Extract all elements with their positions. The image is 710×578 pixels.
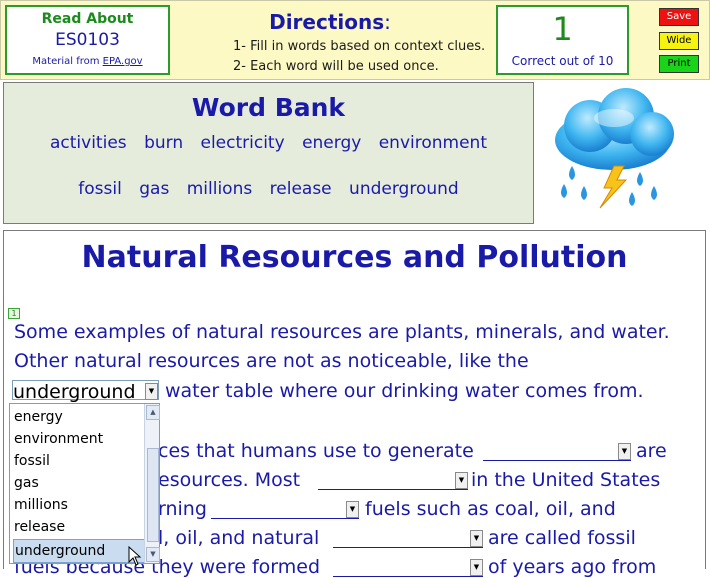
material-source: Material from EPA.gov (7, 56, 168, 67)
dropdown-scrollbar[interactable]: ▲ ▼ (144, 404, 160, 563)
directions-colon: : (384, 10, 391, 34)
passage-line-1: Some examples of natural resources are p… (14, 321, 670, 343)
score-value: 1 (552, 10, 573, 48)
score-box: 1 Correct out of 10 (496, 5, 629, 75)
read-about-label: Read About (41, 11, 134, 27)
blank-3-dropdown[interactable]: ▼ (318, 470, 468, 490)
wide-button[interactable]: Wide (659, 32, 699, 50)
blank-2-dropdown[interactable]: ▼ (483, 441, 631, 461)
passage-title: Natural Resources and Pollution (81, 240, 628, 275)
passage-line-7a: l, oil, and natural (158, 527, 320, 549)
storm-cloud-icon (555, 88, 674, 209)
blank-4-dropdown[interactable]: ▼ (211, 499, 359, 519)
dropdown-option[interactable]: gas (13, 472, 146, 494)
word-bank-word: burn (144, 133, 184, 153)
chevron-down-icon[interactable]: ▼ (346, 501, 359, 518)
article-code: ES0103 (55, 30, 120, 50)
print-button[interactable]: Print (659, 55, 699, 73)
chevron-down-icon[interactable]: ▼ (470, 530, 483, 547)
chevron-down-icon[interactable]: ▼ (470, 559, 483, 576)
passage-line-8b: of years ago from (488, 556, 657, 578)
passage-line-7b: are called fossil (488, 527, 636, 549)
direction-line-2: 2- Each word will be used once. (233, 59, 439, 74)
word-bank-word: energy (302, 133, 362, 153)
directions-title-text: Directions (269, 10, 385, 34)
chevron-down-icon[interactable]: ▼ (146, 547, 160, 562)
chevron-down-icon[interactable]: ▼ (618, 443, 631, 460)
blank-5-dropdown[interactable]: ▼ (333, 528, 483, 548)
word-bank-word: electricity (200, 133, 285, 153)
mouse-pointer-icon (128, 546, 142, 566)
dropdown-option[interactable]: environment (13, 428, 146, 450)
word-bank-word: fossil (78, 179, 122, 199)
direction-line-1: 1- Fill in words based on context clues. (233, 39, 486, 54)
material-prefix: Material from (32, 56, 103, 67)
word-bank-word: activities (50, 133, 127, 153)
passage-line-4a: ces that humans use to generate (158, 440, 474, 462)
word-bank-row-1: activities burn electricity energy envir… (3, 133, 534, 153)
passage-line-6b: fuels such as coal, oil, and (365, 498, 616, 520)
passage-line-6a: rning (158, 498, 207, 520)
passage-line-4b: are (636, 440, 667, 462)
passage-line-3: water table where our drinking water com… (165, 380, 644, 402)
read-about-box: Read About ES0103 Material from EPA.gov (5, 5, 170, 75)
word-bank-row-2: fossil gas millions release underground (3, 179, 534, 199)
dropdown-option[interactable]: fossil (13, 450, 146, 472)
passage-line-5b: in the United States (471, 469, 661, 491)
paragraph-number-badge: 1 (8, 308, 20, 319)
epa-link[interactable]: EPA.gov (103, 56, 143, 67)
passage-line-5a: esources. Most (158, 469, 301, 491)
passage-line-2: Other natural resources are not as notic… (14, 350, 529, 372)
dropdown-option[interactable]: energy (13, 406, 146, 428)
dropdown-option[interactable]: millions (13, 494, 146, 516)
chevron-up-icon[interactable]: ▲ (146, 405, 160, 420)
blank-1-selected-value: underground (13, 381, 136, 403)
word-bank-word: underground (349, 179, 459, 199)
score-label: Correct out of 10 (511, 54, 614, 68)
blank-6-dropdown[interactable]: ▼ (333, 557, 483, 577)
directions-title: Directions: (170, 10, 490, 34)
word-bank-word: environment (378, 133, 487, 153)
dropdown-list[interactable]: energy environment fossil gas millions r… (9, 403, 160, 564)
word-bank-title: Word Bank (191, 93, 346, 122)
dropdown-option[interactable]: release (13, 516, 146, 538)
word-bank-word: millions (186, 179, 253, 199)
scrollbar-thumb[interactable] (147, 448, 159, 542)
word-bank-word: gas (139, 179, 170, 199)
save-button[interactable]: Save (659, 8, 699, 26)
chevron-down-icon[interactable]: ▼ (455, 472, 468, 489)
word-bank-word: release (269, 179, 332, 199)
chevron-down-icon[interactable]: ▼ (145, 383, 158, 400)
